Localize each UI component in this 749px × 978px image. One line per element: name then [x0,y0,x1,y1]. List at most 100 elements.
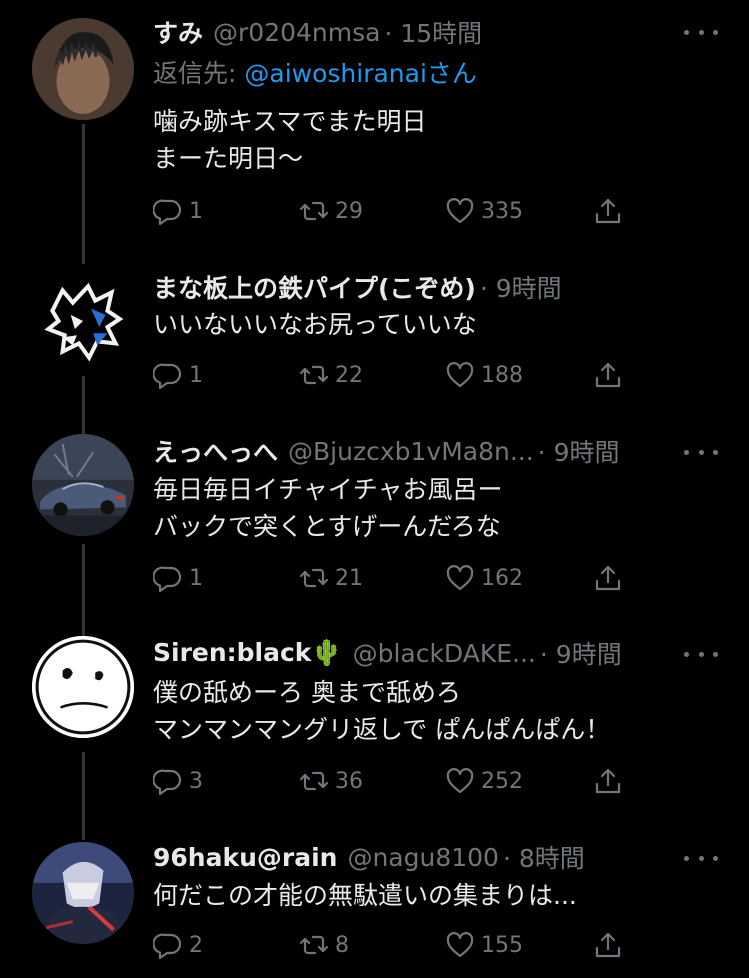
more-options-icon[interactable] [684,848,718,868]
share-icon [595,362,621,388]
tweet-text-line: 僕の舐めーろ 奥まで舐めろ [153,678,461,707]
more-options-icon[interactable] [684,22,718,42]
share-icon [595,198,621,224]
tweet[interactable]: Siren:black🌵 @blackDAKE... · 9時間 僕の舐めーろ … [0,624,749,830]
retweet-button[interactable]: 36 [299,764,363,798]
reply-icon [153,933,182,960]
share-icon [595,932,621,958]
display-name[interactable]: えっへっへ [153,433,278,469]
more-options-icon[interactable] [684,442,718,462]
reply-icon [153,363,182,390]
action-bar: 1 21 162 [153,561,643,595]
handle[interactable]: @nagu8100 [347,843,499,872]
display-name[interactable]: 96haku@rain [153,843,337,872]
like-count: 335 [481,198,523,224]
sad-face-avatar[interactable] [32,636,134,738]
like-count: 155 [481,932,523,958]
tweet-header: Siren:black🌵 @blackDAKE... · 9時間 [153,636,622,670]
retweet-button[interactable]: 29 [299,194,363,228]
action-bar: 1 29 335 [153,194,643,228]
tweet[interactable]: えっへっへ @Bjuzcxb1vMa8n... · 9時間 毎日毎日イチャイチャ… [0,420,749,624]
reply-button[interactable]: 1 [153,358,203,392]
display-name[interactable]: Siren:black🌵 [153,638,343,668]
tweet[interactable]: 96haku@rain @nagu8100 · 8時間 何だこの才能の無駄遣いの… [0,830,749,978]
share-icon [595,768,621,794]
like-button[interactable]: 335 [445,194,523,228]
retweet-button[interactable]: 22 [299,358,363,392]
more-options-icon[interactable] [684,644,718,664]
reply-icon [153,199,182,226]
reply-count: 1 [189,362,203,388]
like-button[interactable]: 188 [445,358,523,392]
tweet-text: 何だこの才能の無駄遣いの集まりは... [153,877,577,914]
like-button[interactable]: 162 [445,561,523,595]
share-icon [595,565,621,591]
like-button[interactable]: 252 [445,764,523,798]
tweet-text-line: バックで突くとすげーんだろな [153,512,501,541]
handle[interactable]: @Bjuzcxb1vMa8n... [288,437,534,466]
tweet-text: 噛み跡キスマでまた明日 まーた明日〜 [153,103,427,177]
reply-button[interactable]: 2 [153,928,203,962]
share-button[interactable] [593,194,623,228]
retweet-count: 21 [335,565,363,591]
retweet-icon [299,935,329,955]
like-count: 252 [481,768,523,794]
reply-icon [153,769,182,796]
action-bar: 3 36 252 [153,764,643,798]
tweet-text-line: いいないいなお尻っていいな [153,310,477,339]
reply-to: 返信先: @aiwoshiranaiさん [153,54,477,90]
reply-button[interactable]: 3 [153,764,203,798]
heart-icon [446,198,474,224]
reply-prefix: 返信先: [153,59,237,88]
tweet-text-line: マンマンマングリ返しで ぱんぱんぱん！ [153,715,611,744]
tweet-text: いいないいなお尻っていいな [153,306,477,343]
reply-count: 2 [189,932,203,958]
heart-icon [446,932,474,958]
tweet-text: 僕の舐めーろ 奥まで舐めろ マンマンマングリ返しで ぱんぱんぱん！ [153,674,610,748]
retweet-count: 29 [335,198,363,224]
tweet-text-line: 毎日毎日イチャイチャお風呂ー [153,475,503,504]
tweet-text-line: 何だこの才能の無駄遣いの集まりは... [153,881,577,910]
timestamp[interactable]: · 9時間 [538,433,620,469]
tweet[interactable]: すみ @r0204nmsa · 15時間 返信先: @aiwoshiranaiさ… [0,0,749,250]
timestamp[interactable]: · 9時間 [480,269,562,305]
retweet-count: 8 [335,932,349,958]
reply-button[interactable]: 1 [153,561,203,595]
like-count: 162 [481,565,523,591]
like-count: 188 [481,362,523,388]
tweet-header: えっへっへ @Bjuzcxb1vMa8n... · 9時間 [153,434,619,468]
wolf-logo-avatar[interactable] [32,270,134,372]
retweet-icon [299,365,329,385]
reply-icon [153,566,182,593]
photo-avatar[interactable] [32,18,134,120]
share-button[interactable] [593,928,623,962]
action-bar: 1 22 188 [153,358,643,392]
display-name[interactable]: まな板上の鉄パイプ(こぞめ) [153,269,476,305]
heart-icon [446,565,474,591]
action-bar: 2 8 155 [153,928,643,962]
share-button[interactable] [593,764,623,798]
share-button[interactable] [593,358,623,392]
retweet-button[interactable]: 21 [299,561,363,595]
reply-button[interactable]: 1 [153,194,203,228]
display-name[interactable]: すみ [153,14,203,50]
timestamp[interactable]: · 9時間 [540,635,622,671]
retweet-icon [299,568,329,588]
tweet-text: 毎日毎日イチャイチャお風呂ー バックで突くとすげーんだろな [153,471,503,545]
share-button[interactable] [593,561,623,595]
handle[interactable]: @blackDAKE... [353,639,536,668]
car-avatar[interactable] [32,434,134,536]
tweet-header: 96haku@rain @nagu8100 · 8時間 [153,840,585,874]
tweet-text-line: まーた明日〜 [153,144,304,173]
tweet[interactable]: まな板上の鉄パイプ(こぞめ) · 9時間 いいないいなお尻っていいな 1 22 … [0,250,749,420]
reply-mention-link[interactable]: @aiwoshiranaiさん [244,59,477,88]
reply-count: 3 [189,768,203,794]
timestamp[interactable]: · 15時間 [384,14,482,50]
retweet-icon [299,771,329,791]
retweet-button[interactable]: 8 [299,928,349,962]
timestamp[interactable]: · 8時間 [503,839,585,875]
tweet-header: すみ @r0204nmsa · 15時間 [153,15,482,49]
handle[interactable]: @r0204nmsa [213,18,380,47]
anime-avatar[interactable] [32,842,134,944]
like-button[interactable]: 155 [445,928,523,962]
